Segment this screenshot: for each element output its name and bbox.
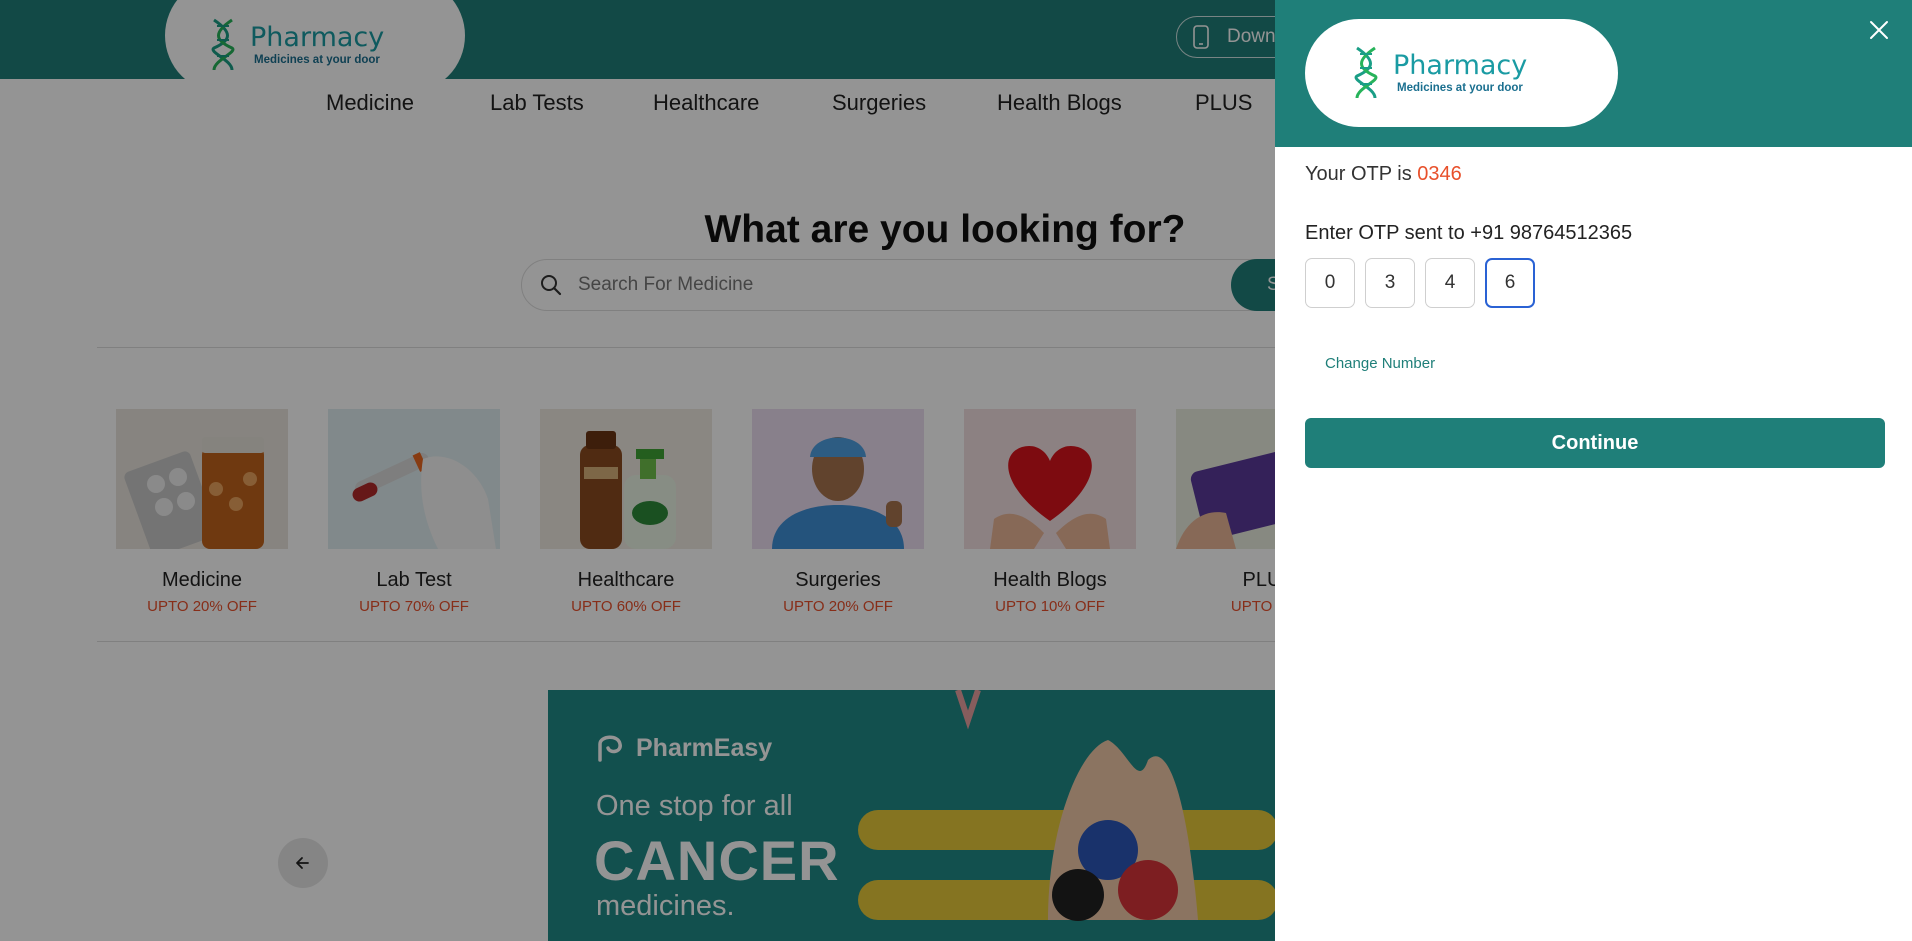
close-icon[interactable]: [1867, 18, 1891, 42]
otp-digit-4[interactable]: [1485, 258, 1535, 308]
otp-input-group: [1305, 258, 1545, 308]
continue-button[interactable]: Continue: [1305, 418, 1885, 468]
otp-info-prefix: Your OTP is: [1305, 163, 1412, 185]
otp-code: 0346: [1417, 163, 1462, 185]
otp-digit-2[interactable]: [1365, 258, 1415, 308]
drawer-logo-tagline: Medicines at your door: [1397, 82, 1523, 94]
otp-digit-1[interactable]: [1305, 258, 1355, 308]
otp-info: Your OTP is 0346: [1305, 163, 1462, 186]
dna-logo-icon: [1354, 46, 1378, 99]
login-drawer: Pharmacy Medicines at your door Your OTP…: [1275, 0, 1912, 941]
change-number-link[interactable]: Change Number: [1325, 355, 1435, 372]
drawer-logo: Pharmacy Medicines at your door: [1305, 19, 1618, 127]
drawer-logo-brand: Pharmacy: [1393, 50, 1528, 81]
otp-label: Enter OTP sent to +91 98764512365: [1305, 222, 1633, 244]
otp-digit-3[interactable]: [1425, 258, 1475, 308]
